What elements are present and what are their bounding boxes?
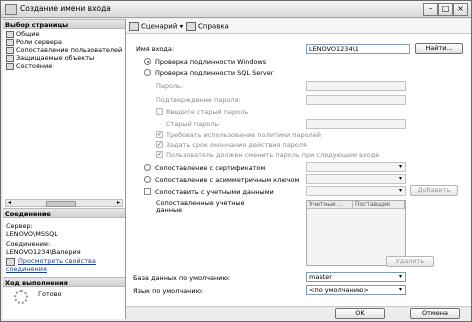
certificate-dropdown[interactable]: ▾ bbox=[306, 162, 406, 172]
nav-item-user-mapping[interactable]: Сопоставление пользователей bbox=[6, 46, 122, 54]
page-select-header: Выбор страницы bbox=[3, 19, 125, 29]
default-database-label: База данных по умолчанию: bbox=[133, 274, 231, 282]
page-icon bbox=[6, 54, 14, 62]
password-input[interactable] bbox=[306, 81, 406, 91]
script-menu-button[interactable]: Сценарий ▾ bbox=[129, 22, 183, 31]
login-name-input[interactable]: LENOVO1234\1 bbox=[306, 44, 410, 54]
scroll-left-icon[interactable]: ◂ bbox=[6, 200, 13, 206]
connection-header: Соединение bbox=[3, 208, 125, 218]
nav-item-general[interactable]: Общие bbox=[6, 30, 39, 38]
page-icon bbox=[6, 46, 14, 54]
default-database-dropdown[interactable]: master ▾ bbox=[306, 272, 406, 282]
chevron-down-icon: ▾ bbox=[398, 163, 402, 170]
window-title: Создание имени входа bbox=[20, 4, 111, 13]
chevron-down-icon: ▾ bbox=[398, 286, 402, 293]
maximize-button[interactable]: □ bbox=[438, 3, 453, 16]
view-connection-properties-link[interactable]: Просмотреть свойства соединения bbox=[6, 258, 118, 273]
title-bar: Создание имени входа – □ × bbox=[1, 1, 471, 18]
credential-dropdown[interactable]: ▾ bbox=[306, 186, 406, 196]
login-dialog: Создание имени входа – □ × Выбор страниц… bbox=[0, 0, 472, 322]
toolbar: Сценарий ▾ Справка bbox=[126, 19, 471, 34]
credential-mapping-label: Сопоставить с учетными данными bbox=[155, 188, 274, 196]
window-icon bbox=[5, 4, 17, 15]
ok-button[interactable]: OK bbox=[335, 308, 385, 319]
progress-status: Готово bbox=[38, 290, 62, 298]
enforce-policy-label: Требовать использование политики паролей bbox=[166, 131, 321, 139]
find-button[interactable]: Найти... bbox=[415, 43, 463, 54]
chevron-down-icon: ▾ bbox=[398, 175, 402, 182]
server-label: Сервер: bbox=[6, 222, 33, 230]
nav-item-server-roles[interactable]: Роли сервера bbox=[6, 38, 62, 46]
enforce-expiration-checkbox[interactable]: ✓ bbox=[156, 141, 163, 148]
connection-label: Соединение: bbox=[6, 240, 51, 248]
chevron-down-icon: ▾ bbox=[398, 187, 402, 194]
must-change-checkbox[interactable]: ✓ bbox=[156, 151, 163, 158]
page-icon bbox=[6, 62, 14, 70]
help-button[interactable]: Справка bbox=[186, 22, 229, 31]
server-value: LENOVO\MSSQL bbox=[6, 230, 58, 238]
old-password-check-label: Введите старый пароль bbox=[166, 108, 249, 116]
enforce-policy-checkbox[interactable]: ✓ bbox=[156, 131, 163, 138]
confirm-password-input[interactable] bbox=[306, 95, 406, 105]
add-credential-button[interactable]: Добавить bbox=[410, 185, 458, 196]
close-button[interactable]: × bbox=[453, 3, 468, 16]
password-label: Пароль: bbox=[156, 82, 184, 90]
windows-auth-radio[interactable] bbox=[144, 58, 151, 65]
sql-auth-label: Проверка подлинности SQL Server bbox=[155, 69, 274, 77]
cert-mapping-label: Сопоставление с сертификатом bbox=[155, 164, 266, 172]
progress-header: Ход выполнения bbox=[3, 277, 125, 287]
default-language-label: Язык по умолчанию: bbox=[133, 287, 204, 295]
credential-mapping-checkbox[interactable] bbox=[144, 188, 151, 195]
cancel-button[interactable]: Отмена bbox=[410, 308, 460, 319]
default-language-dropdown[interactable]: <по умолчанию> ▾ bbox=[306, 285, 406, 295]
asym-mapping-label: Сопоставление с асимметричным ключом bbox=[155, 176, 300, 184]
old-password-input[interactable] bbox=[306, 119, 406, 129]
windows-auth-label: Проверка подлинности Windows bbox=[155, 58, 267, 66]
grid-col-credential[interactable]: Учетные ... bbox=[307, 201, 353, 209]
scroll-right-icon[interactable]: ▸ bbox=[115, 200, 122, 206]
login-name-label: Имя входа: bbox=[136, 45, 175, 53]
connection-value: LENOVO1234\Валерия bbox=[6, 248, 81, 256]
script-icon bbox=[129, 22, 139, 31]
mapped-credentials-label: Сопоставленные учетные данные bbox=[156, 199, 245, 214]
chevron-down-icon: ▾ bbox=[398, 273, 402, 280]
scroll-thumb[interactable] bbox=[46, 201, 76, 207]
must-change-label: Пользователь должен сменить пароль при с… bbox=[166, 151, 380, 159]
page-icon bbox=[6, 30, 14, 38]
nav-item-securables[interactable]: Защищаемые объекты bbox=[6, 54, 94, 62]
old-password-checkbox[interactable] bbox=[156, 108, 163, 115]
horizontal-scrollbar[interactable]: ◂ ▸ bbox=[5, 199, 123, 207]
page-icon bbox=[6, 38, 14, 46]
grid-col-provider[interactable]: Поставщик bbox=[353, 201, 405, 209]
confirm-password-label: Подтверждение пароля: bbox=[156, 96, 241, 104]
help-icon bbox=[186, 22, 196, 31]
old-password-label: Старый пароль: bbox=[166, 120, 221, 128]
progress-spinner-icon bbox=[14, 290, 28, 304]
minimize-button[interactable]: – bbox=[423, 3, 438, 16]
sql-auth-radio[interactable] bbox=[144, 69, 151, 76]
main-pane: Сценарий ▾ Справка Имя входа: LENOVO1234… bbox=[126, 19, 471, 320]
remove-credential-button[interactable]: Удалить bbox=[386, 256, 434, 267]
dialog-footer: OK Отмена bbox=[126, 306, 471, 320]
cert-mapping-radio[interactable] bbox=[144, 164, 151, 171]
asymmetric-key-dropdown[interactable]: ▾ bbox=[306, 174, 406, 184]
asym-mapping-radio[interactable] bbox=[144, 176, 151, 183]
enforce-expiration-label: Задать срок окончания действия пароля bbox=[166, 141, 307, 149]
nav-item-status[interactable]: Состояние bbox=[6, 62, 52, 70]
left-pane: Выбор страницы Общие Роли сервера Сопост… bbox=[3, 19, 126, 319]
